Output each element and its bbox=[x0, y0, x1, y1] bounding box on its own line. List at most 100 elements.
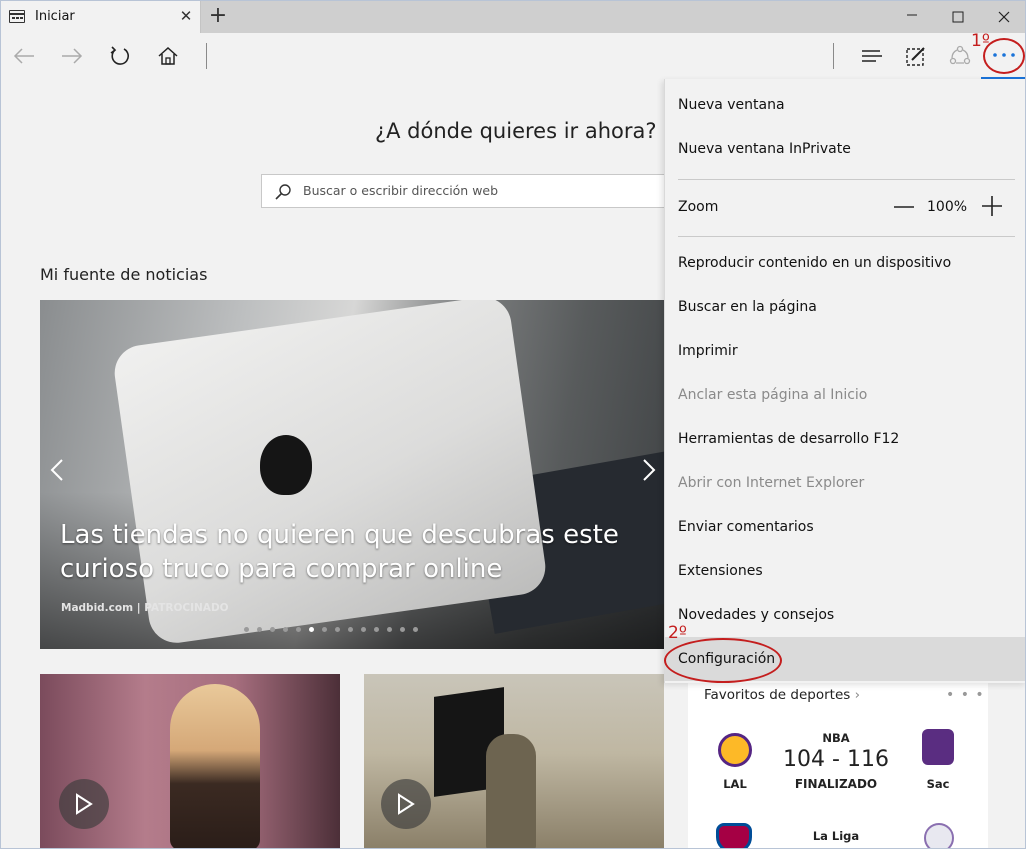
menu-item-cast[interactable]: Reproducir contenido en un dispositivo bbox=[665, 241, 1025, 285]
search-input[interactable]: Buscar o escribir dirección web bbox=[303, 183, 498, 198]
maximize-icon bbox=[952, 11, 964, 23]
sports-more-icon[interactable]: • • • bbox=[946, 687, 985, 703]
sports-title[interactable]: Favoritos de deportes › bbox=[704, 687, 860, 703]
carousel-dot[interactable] bbox=[387, 627, 392, 632]
thumbnail-person bbox=[486, 734, 536, 848]
menu-item-new-window[interactable]: Nueva ventana bbox=[665, 83, 1025, 127]
web-note-icon bbox=[906, 47, 925, 66]
carousel-dot[interactable] bbox=[348, 627, 353, 632]
maximize-button[interactable] bbox=[935, 1, 981, 33]
lakers-logo-icon bbox=[718, 733, 752, 767]
share-icon bbox=[949, 45, 971, 65]
navigation-bar bbox=[1, 33, 1025, 79]
home-icon bbox=[158, 47, 178, 65]
carousel-dot[interactable] bbox=[257, 627, 262, 632]
close-icon bbox=[998, 11, 1010, 23]
tab-close-icon[interactable]: ✕ bbox=[177, 7, 195, 25]
carousel-dot[interactable] bbox=[374, 627, 379, 632]
carousel-dot[interactable] bbox=[335, 627, 340, 632]
menu-item-open-ie: Abrir con Internet Explorer bbox=[678, 475, 865, 491]
minus-icon bbox=[894, 206, 914, 208]
back-button[interactable] bbox=[9, 41, 39, 71]
carousel-dot[interactable] bbox=[322, 627, 327, 632]
toolbar-divider bbox=[833, 43, 834, 69]
league-laliga: La Liga bbox=[812, 829, 860, 843]
carousel-dots bbox=[244, 627, 418, 632]
close-window-button[interactable] bbox=[981, 1, 1025, 33]
minimize-button[interactable] bbox=[889, 1, 935, 33]
chevron-right-icon: › bbox=[854, 687, 860, 703]
more-actions-menu: Nueva ventana Nueva ventana InPrivate Zo… bbox=[664, 79, 1025, 683]
barcelona-logo-icon bbox=[716, 823, 752, 848]
carousel-ipad bbox=[111, 300, 549, 647]
forward-button[interactable] bbox=[57, 41, 87, 71]
annotation-ring-2 bbox=[664, 638, 782, 683]
play-button[interactable] bbox=[381, 779, 431, 829]
league-nba: NBA bbox=[822, 731, 850, 745]
menu-item-extensions[interactable]: Extensiones bbox=[665, 549, 1025, 593]
refresh-button[interactable] bbox=[105, 41, 135, 71]
annotation-step-2: 2º bbox=[668, 623, 687, 643]
back-icon bbox=[13, 48, 34, 64]
menu-item-find[interactable]: Buscar en la página bbox=[665, 285, 1025, 329]
menu-item-feedback[interactable]: Enviar comentarios bbox=[665, 505, 1025, 549]
real-madrid-logo-icon bbox=[924, 823, 954, 848]
start-page-icon bbox=[9, 10, 25, 23]
carousel-next-button[interactable] bbox=[636, 445, 662, 495]
kings-logo-icon bbox=[922, 729, 954, 765]
zoom-out-button[interactable] bbox=[893, 197, 915, 217]
home-button[interactable] bbox=[153, 41, 183, 71]
play-icon bbox=[398, 793, 415, 815]
menu-item-tips[interactable]: Novedades y consejos bbox=[665, 593, 1025, 637]
tab-iniciar[interactable]: Iniciar ✕ bbox=[1, 1, 201, 33]
menu-item-dev-tools[interactable]: Herramientas de desarrollo F12 bbox=[665, 417, 1025, 461]
refresh-icon bbox=[110, 46, 130, 65]
zoom-in-button[interactable] bbox=[981, 195, 1003, 217]
play-icon bbox=[76, 793, 93, 815]
apple-logo-icon bbox=[260, 435, 312, 495]
game-status: FINALIZADO bbox=[794, 777, 878, 791]
browser-window: Iniciar ✕ + ¿A dónde quieres ir ahora? B… bbox=[0, 0, 1026, 849]
search-icon bbox=[275, 184, 291, 200]
carousel-dot[interactable] bbox=[400, 627, 405, 632]
menu-divider bbox=[678, 236, 1015, 237]
carousel-dot[interactable] bbox=[244, 627, 249, 632]
hub-button[interactable] bbox=[857, 41, 887, 71]
annotation-ring-1 bbox=[983, 38, 1025, 74]
hub-icon bbox=[862, 50, 882, 62]
search-box[interactable]: Buscar o escribir dirección web bbox=[261, 174, 681, 208]
new-tab-button[interactable]: + bbox=[207, 5, 229, 29]
news-heading: Mi fuente de noticias bbox=[40, 265, 208, 284]
away-team: Sac bbox=[926, 777, 950, 791]
carousel-dot[interactable] bbox=[413, 627, 418, 632]
address-divider bbox=[206, 43, 207, 69]
carousel-dot[interactable] bbox=[283, 627, 288, 632]
home-team: LAL bbox=[723, 777, 747, 791]
chevron-right-icon bbox=[643, 459, 656, 481]
tab-title: Iniciar bbox=[35, 9, 75, 24]
page-question: ¿A dónde quieres ir ahora? bbox=[375, 119, 657, 143]
menu-divider bbox=[678, 179, 1015, 180]
sports-widget[interactable]: Favoritos de deportes › • • • LAL NBA 10… bbox=[688, 683, 988, 848]
carousel-source: Madbid.com | PATROCINADO bbox=[61, 602, 229, 614]
carousel-dot[interactable] bbox=[309, 627, 314, 632]
forward-icon bbox=[62, 48, 83, 64]
carousel-dot[interactable] bbox=[361, 627, 366, 632]
zoom-value: 100% bbox=[927, 199, 968, 215]
menu-item-new-inprivate[interactable]: Nueva ventana InPrivate bbox=[665, 127, 1025, 171]
menu-item-print[interactable]: Imprimir bbox=[665, 329, 1025, 373]
news-thumbnail-2[interactable] bbox=[364, 674, 664, 848]
web-note-button[interactable] bbox=[901, 41, 931, 71]
chevron-left-icon bbox=[50, 459, 63, 481]
menu-item-pin-start: Anclar esta página al Inicio bbox=[678, 387, 868, 403]
play-button[interactable] bbox=[59, 779, 109, 829]
carousel-headline[interactable]: Las tiendas no quieren que descubras est… bbox=[60, 518, 620, 586]
news-thumbnail-1[interactable] bbox=[40, 674, 340, 848]
carousel-dot[interactable] bbox=[270, 627, 275, 632]
news-carousel[interactable]: Las tiendas no quieren que descubras est… bbox=[40, 300, 664, 649]
minimize-icon bbox=[907, 14, 917, 16]
carousel-prev-button[interactable] bbox=[44, 445, 70, 495]
zoom-label: Zoom bbox=[678, 199, 719, 215]
game-score: 104 - 116 bbox=[783, 747, 889, 772]
carousel-dot[interactable] bbox=[296, 627, 301, 632]
